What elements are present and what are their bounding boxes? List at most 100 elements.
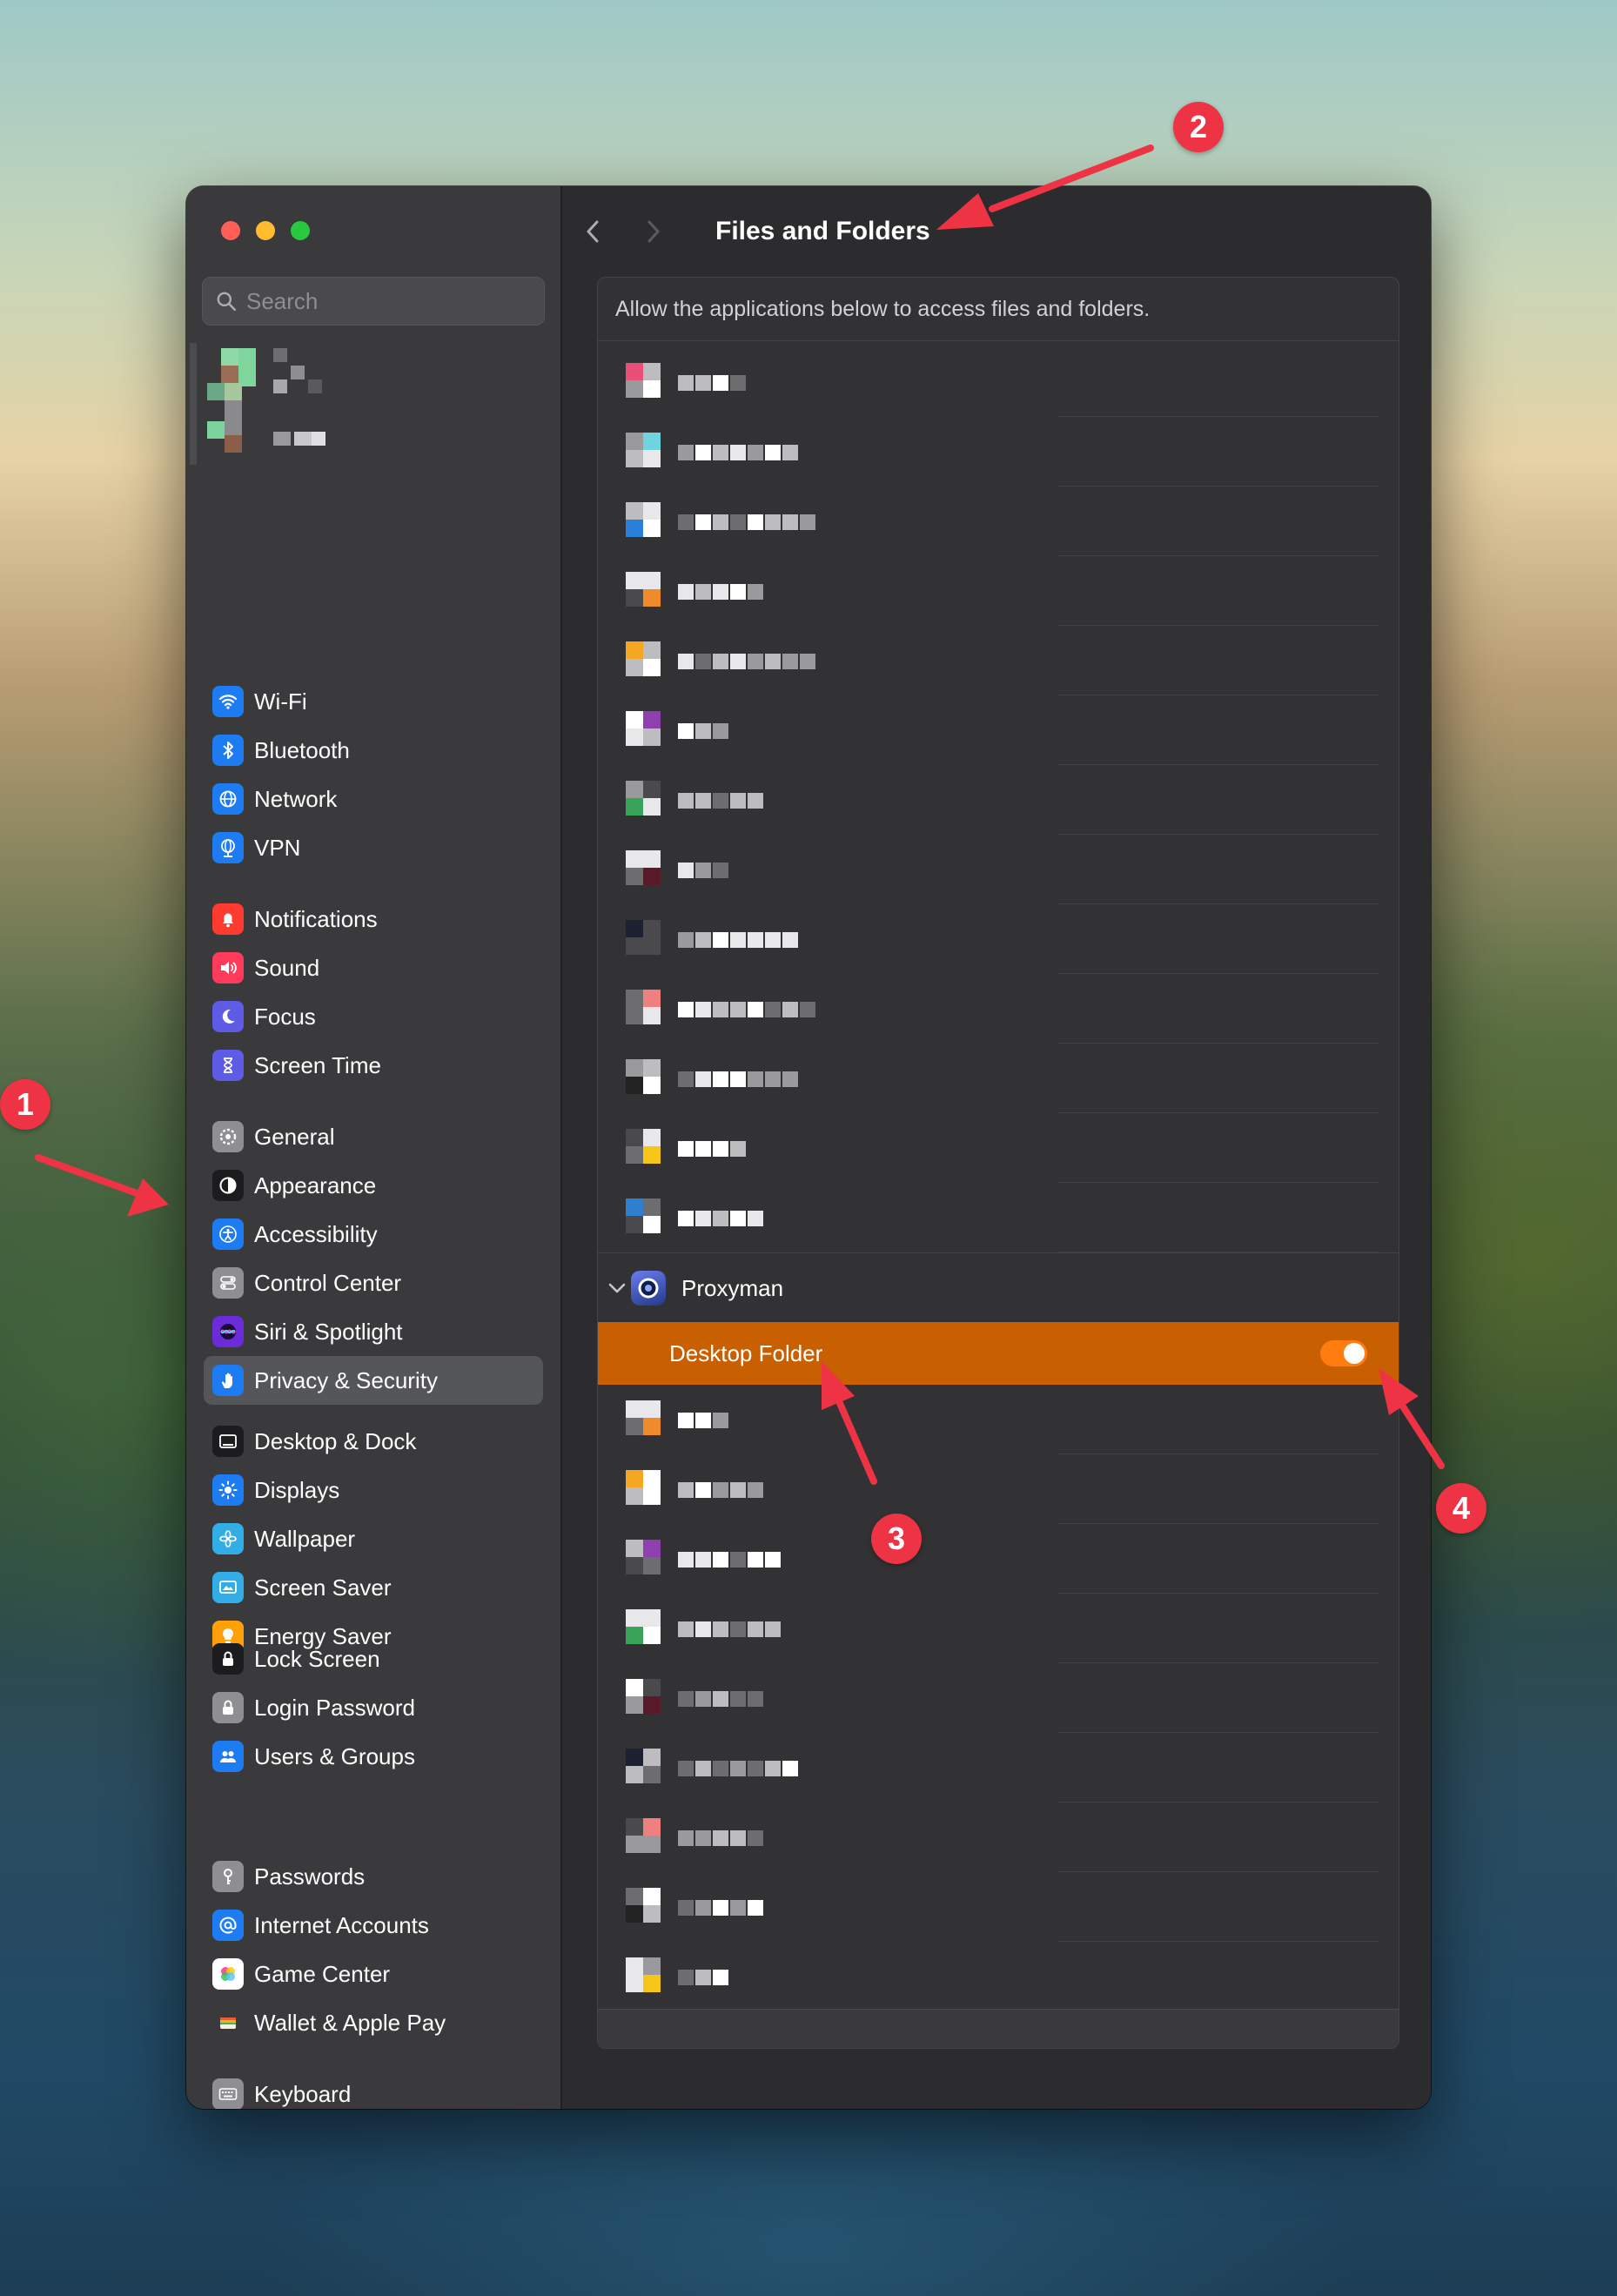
sidebar-item-users-groups[interactable]: Users & Groups <box>204 1732 543 1781</box>
annotation-badge: 1 <box>0 1079 50 1130</box>
sidebar-item-keyboard[interactable]: Keyboard <box>204 2070 543 2109</box>
app-row[interactable] <box>598 1524 1399 1594</box>
app-icon-pixelated <box>617 990 661 1028</box>
desktop-folder-row[interactable]: Desktop Folder <box>598 1322 1399 1385</box>
chevron-right-icon <box>647 220 660 243</box>
proxyman-app-row[interactable]: Proxyman <box>598 1252 1399 1323</box>
chevron-down-icon[interactable] <box>605 1276 629 1300</box>
app-row[interactable] <box>598 1044 1399 1113</box>
sidebar-item-focus[interactable]: Focus <box>204 992 543 1041</box>
sidebar-group: Notifications Sound Focus Screen Time <box>204 895 543 1090</box>
gear-icon <box>212 1121 244 1152</box>
desktop-folder-toggle[interactable] <box>1320 1340 1367 1366</box>
sidebar-item-control-center[interactable]: Control Center <box>204 1259 543 1307</box>
sidebar-item-bluetooth[interactable]: Bluetooth <box>204 726 543 775</box>
app-icon-pixelated <box>617 433 661 471</box>
dock-icon <box>212 1426 244 1457</box>
speaker-icon <box>212 952 244 984</box>
lock-icon <box>212 1692 244 1723</box>
app-icon-pixelated <box>617 572 661 610</box>
sidebar-item-wi-fi[interactable]: Wi-Fi <box>204 677 543 726</box>
hourglass-icon <box>212 1050 244 1081</box>
at-icon <box>212 1910 244 1941</box>
search-placeholder: Search <box>246 287 319 314</box>
wallet-icon <box>212 2007 244 2038</box>
app-icon-pixelated <box>617 1540 661 1578</box>
app-row[interactable] <box>598 1733 1399 1803</box>
app-row[interactable] <box>598 347 1399 417</box>
sidebar-item-wallet-apple-pay[interactable]: Wallet & Apple Pay <box>204 1998 543 2047</box>
app-row[interactable] <box>598 1663 1399 1733</box>
close-window-button[interactable] <box>221 221 240 240</box>
app-row[interactable] <box>598 417 1399 487</box>
app-icon-pixelated <box>617 781 661 819</box>
sidebar-item-passwords[interactable]: Passwords <box>204 1852 543 1901</box>
back-button[interactable] <box>578 214 607 249</box>
app-row[interactable] <box>598 1594 1399 1663</box>
sidebar-item-screen-saver[interactable]: Screen Saver <box>204 1563 543 1612</box>
main-content: Files and Folders Allow the applications… <box>562 186 1431 2109</box>
sidebar-item-label: Accessibility <box>254 1220 378 1247</box>
sidebar-item-lock-screen[interactable]: Lock Screen <box>204 1635 543 1683</box>
sidebar-item-desktop-dock[interactable]: Desktop & Dock <box>204 1417 543 1466</box>
app-row[interactable] <box>598 1872 1399 1942</box>
app-icon-pixelated <box>617 1470 661 1508</box>
sidebar-item-appearance[interactable]: Appearance <box>204 1161 543 1210</box>
sidebar-item-accessibility[interactable]: Accessibility <box>204 1210 543 1259</box>
wifi-icon <box>212 686 244 717</box>
sidebar-item-screen-time[interactable]: Screen Time <box>204 1041 543 1090</box>
search-field[interactable]: Search <box>202 277 545 326</box>
app-row[interactable] <box>598 626 1399 695</box>
sidebar-item-label: Screen Time <box>254 1051 381 1078</box>
toggle-knob <box>1344 1343 1365 1364</box>
sidebar-item-label: Sound <box>254 954 320 981</box>
sidebar-item-internet-accounts[interactable]: Internet Accounts <box>204 1901 543 1950</box>
proxyman-label: Proxyman <box>681 1275 784 1301</box>
zoom-window-button[interactable] <box>291 221 310 240</box>
sidebar-item-label: Keyboard <box>254 2080 352 2107</box>
app-row[interactable] <box>598 1113 1399 1183</box>
sidebar-item-game-center[interactable]: Game Center <box>204 1950 543 1998</box>
app-row[interactable] <box>598 1183 1399 1252</box>
sidebar-item-label: Internet Accounts <box>254 1911 429 1938</box>
appearance-icon <box>212 1170 244 1201</box>
app-row[interactable] <box>598 556 1399 626</box>
bluetooth-icon <box>212 735 244 766</box>
page-title: Files and Folders <box>715 217 930 245</box>
app-row[interactable] <box>598 904 1399 974</box>
app-row[interactable] <box>598 1942 1399 2011</box>
app-row[interactable] <box>598 1454 1399 1524</box>
minimize-window-button[interactable] <box>256 221 275 240</box>
sidebar-item-label: Bluetooth <box>254 736 350 763</box>
sidebar-item-vpn[interactable]: VPN <box>204 823 543 872</box>
sidebar-item-label: Game Center <box>254 1960 391 1987</box>
sidebar-item-displays[interactable]: Displays <box>204 1466 543 1514</box>
sidebar-item-label: Control Center <box>254 1269 402 1296</box>
sidebar-group: Lock Screen Login Password Users & Groups <box>204 1635 543 1781</box>
lock-icon <box>212 1643 244 1675</box>
forward-button[interactable] <box>639 214 668 249</box>
app-row[interactable] <box>598 974 1399 1044</box>
sidebar-item-wallpaper[interactable]: Wallpaper <box>204 1514 543 1563</box>
chevron-left-icon <box>587 220 599 243</box>
app-row[interactable] <box>598 487 1399 556</box>
sidebar-item-privacy-security[interactable]: Privacy & Security <box>204 1356 543 1405</box>
app-icon-pixelated <box>617 1059 661 1098</box>
sidebar-item-sound[interactable]: Sound <box>204 943 543 992</box>
app-row[interactable] <box>598 1803 1399 1872</box>
app-row[interactable] <box>598 695 1399 765</box>
sidebar-item-label: Lock Screen <box>254 1645 380 1672</box>
sidebar-item-notifications[interactable]: Notifications <box>204 895 543 943</box>
sidebar-item-label: Wallpaper <box>254 1525 356 1552</box>
sidebar-item-login-password[interactable]: Login Password <box>204 1683 543 1732</box>
app-row[interactable] <box>598 1385 1399 1454</box>
app-row[interactable] <box>598 765 1399 835</box>
app-row[interactable] <box>598 835 1399 904</box>
flower-icon <box>212 1523 244 1554</box>
account-pixelated[interactable] <box>190 343 538 465</box>
key-icon <box>212 1861 244 1892</box>
hand-icon <box>212 1365 244 1396</box>
sidebar-item-siri-spotlight[interactable]: Siri & Spotlight <box>204 1307 543 1356</box>
sidebar-item-network[interactable]: Network <box>204 775 543 823</box>
sidebar-item-general[interactable]: General <box>204 1112 543 1161</box>
